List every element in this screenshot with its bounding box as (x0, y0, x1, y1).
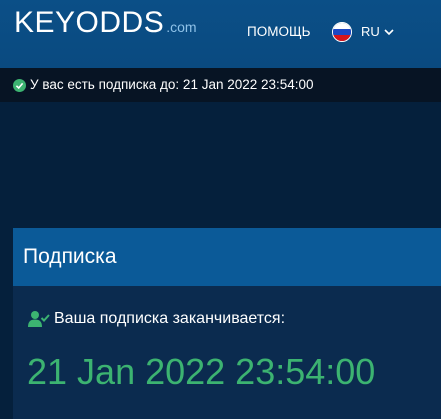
check-circle-icon (13, 78, 26, 92)
site-logo[interactable]: KEYODDS .com (14, 6, 197, 44)
logo-text: KEYODDS (14, 6, 165, 39)
logo-domain: .com (166, 19, 197, 35)
expiry-datetime: 21 Jan 2022 23:54:00 (27, 351, 376, 392)
subscription-ends-label: Ваша подписка заканчивается: (54, 310, 286, 327)
language-code: RU (361, 24, 380, 39)
subscription-status-line: Ваша подписка заканчивается: (28, 310, 285, 328)
panel-title: Подписка (23, 245, 117, 268)
chevron-down-icon (384, 23, 394, 41)
top-header: KEYODDS .com ПОМОЩЬ RU (0, 0, 441, 68)
panel-header: Подписка (13, 228, 441, 286)
user-check-icon (28, 310, 50, 328)
subscription-status-bar: У вас есть подписка до: 21 Jan 2022 23:5… (0, 68, 441, 102)
subscription-until-text: У вас есть подписка до: 21 Jan 2022 23:5… (30, 77, 314, 92)
russia-flag-icon (332, 22, 352, 42)
language-selector[interactable]: RU (332, 21, 394, 43)
subscription-panel: Подписка Ваша подписка заканчивается: 21… (13, 228, 441, 419)
help-link[interactable]: ПОМОЩЬ (247, 24, 310, 40)
